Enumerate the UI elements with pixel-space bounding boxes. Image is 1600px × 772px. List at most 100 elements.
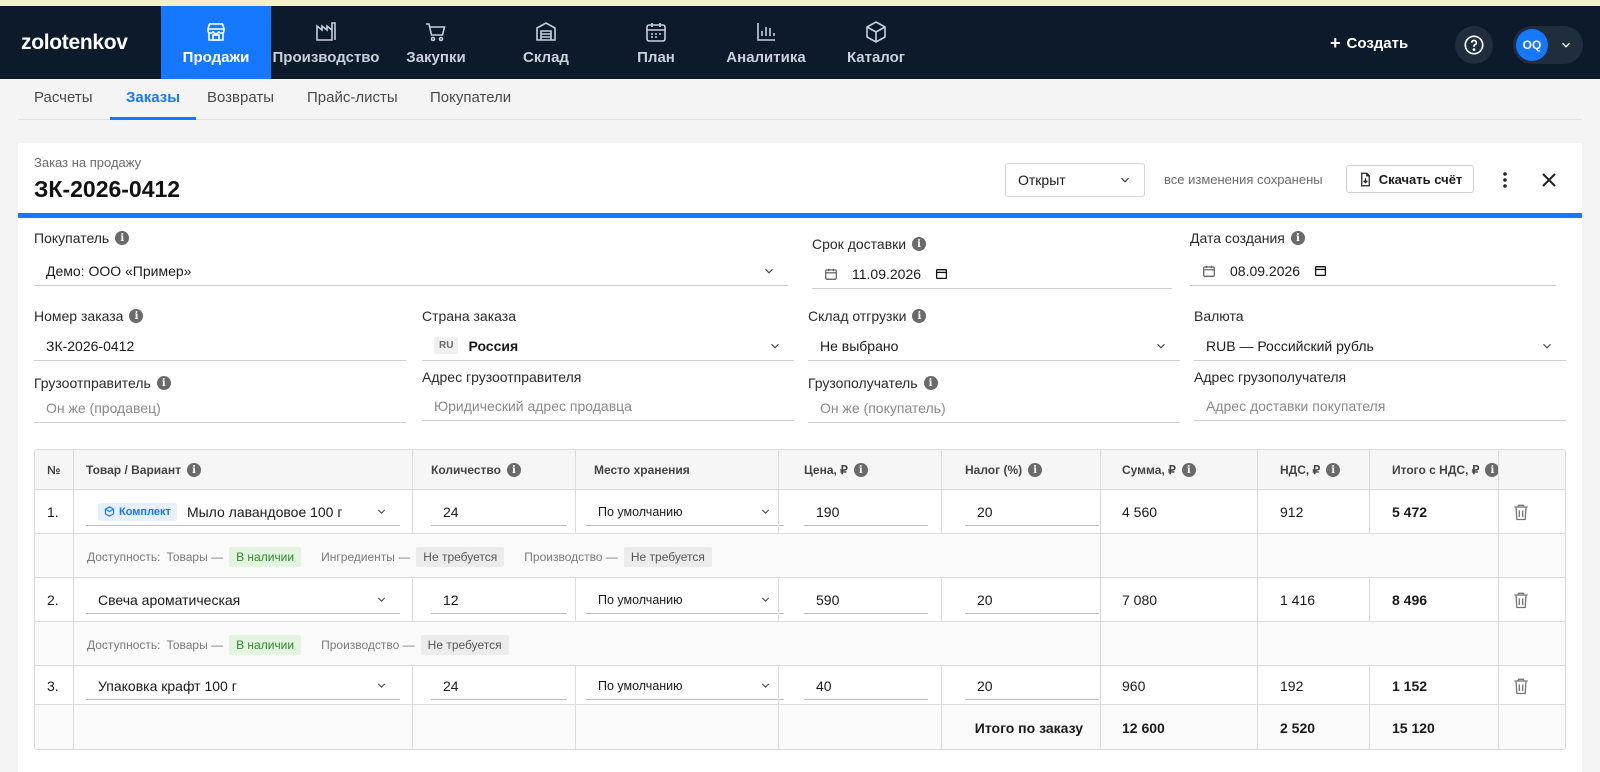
status-select[interactable]: Открыт bbox=[1005, 163, 1145, 197]
nav-item-purchases[interactable]: Закупки bbox=[381, 6, 491, 79]
nav-item-sales[interactable]: Продажи bbox=[161, 6, 271, 79]
tab-price-lists[interactable]: Прайс-листы bbox=[291, 80, 414, 120]
product-name: Мыло лавандовое 100 г bbox=[186, 503, 343, 520]
create-button[interactable]: + Создать bbox=[1330, 33, 1408, 54]
totals-total: 15 120 bbox=[1392, 719, 1435, 736]
quantity-input[interactable]: 12 bbox=[431, 586, 567, 614]
delivery-date-field[interactable]: 11.09.2026 bbox=[812, 259, 1172, 289]
box-icon bbox=[104, 506, 115, 517]
product-select[interactable]: Комплект Мыло лавандовое 100 г bbox=[86, 498, 400, 526]
column-divider bbox=[778, 578, 779, 622]
created-date-label: Дата создания i bbox=[1190, 230, 1305, 246]
shipper-address-placeholder: Юридический адрес продавца bbox=[434, 397, 632, 414]
currency-label: Валюта bbox=[1194, 308, 1244, 324]
quantity-input[interactable]: 24 bbox=[431, 498, 567, 526]
calendar-picker-icon[interactable] bbox=[1314, 264, 1327, 277]
tab-returns[interactable]: Возвраты bbox=[191, 80, 290, 120]
tab-settlements[interactable]: Расчеты bbox=[18, 80, 109, 120]
info-icon[interactable]: i bbox=[156, 376, 171, 390]
info-icon[interactable]: i bbox=[912, 309, 927, 323]
country-select[interactable]: RU Россия bbox=[422, 331, 794, 361]
info-icon[interactable]: i bbox=[115, 231, 130, 245]
consignee-placeholder: Он же (покупатель) bbox=[820, 399, 946, 416]
create-label: Создать bbox=[1346, 35, 1409, 52]
info-icon[interactable]: i bbox=[1181, 463, 1196, 477]
col-label: Количество bbox=[431, 463, 501, 477]
label-text: Грузополучатель bbox=[808, 375, 918, 391]
more-menu-button[interactable] bbox=[1493, 165, 1517, 195]
info-icon[interactable]: i bbox=[129, 309, 144, 323]
buyer-select[interactable]: Демо: ООО «Пример» bbox=[34, 256, 788, 286]
column-divider bbox=[941, 450, 942, 490]
user-menu[interactable]: OQ bbox=[1513, 26, 1583, 64]
tax-input[interactable]: 20 bbox=[965, 498, 1099, 526]
order-number-input[interactable]: ЗК-2026-0412 bbox=[34, 331, 406, 361]
nav-item-warehouse[interactable]: Склад bbox=[491, 6, 601, 79]
plus-icon: + bbox=[1330, 33, 1341, 53]
totals-sum: 12 600 bbox=[1122, 719, 1165, 736]
column-divider bbox=[575, 450, 576, 490]
nav-item-production[interactable]: Производство bbox=[271, 6, 381, 79]
tab-orders[interactable]: Заказы bbox=[110, 80, 197, 120]
product-select[interactable]: Упаковка крафт 100 г bbox=[86, 672, 400, 700]
tax-input[interactable]: 20 bbox=[965, 586, 1099, 614]
nav-label: Склад bbox=[523, 48, 569, 66]
trash-icon[interactable] bbox=[1511, 590, 1531, 610]
trash-icon[interactable] bbox=[1511, 502, 1531, 522]
currency-select[interactable]: RUB — Российский рубль bbox=[1194, 331, 1566, 361]
calendar-picker-icon[interactable] bbox=[935, 267, 948, 280]
close-button[interactable] bbox=[1536, 167, 1562, 193]
currency-value: RUB — Российский рубль bbox=[1206, 337, 1374, 354]
info-icon[interactable]: i bbox=[1290, 231, 1305, 245]
document-kind: Заказ на продажу bbox=[34, 155, 142, 170]
label-text: Номер заказа bbox=[34, 308, 124, 324]
product-select[interactable]: Свеча ароматическая bbox=[86, 586, 400, 614]
help-button[interactable] bbox=[1455, 26, 1493, 64]
storage-select[interactable]: По умолчанию bbox=[586, 498, 784, 526]
created-date-field[interactable]: 08.09.2026 bbox=[1190, 256, 1556, 286]
storage-select[interactable]: По умолчанию bbox=[586, 672, 784, 700]
tab-buyers[interactable]: Покупатели bbox=[414, 80, 527, 120]
avatar: OQ bbox=[1516, 29, 1548, 61]
column-divider bbox=[941, 490, 942, 534]
nav-label: План bbox=[637, 48, 675, 66]
download-invoice-button[interactable]: Скачать счёт bbox=[1346, 165, 1474, 193]
tax-input[interactable]: 20 bbox=[965, 672, 1099, 700]
nav-label: Закупки bbox=[406, 48, 466, 66]
nav-item-analytics[interactable]: Аналитика bbox=[711, 6, 821, 79]
country-value: Россия bbox=[468, 337, 519, 354]
info-icon[interactable]: i bbox=[506, 463, 521, 477]
info-icon[interactable]: i bbox=[853, 463, 868, 477]
trash-icon[interactable] bbox=[1511, 676, 1531, 696]
price-input[interactable]: 40 bbox=[804, 672, 928, 700]
info-icon[interactable]: i bbox=[923, 376, 938, 390]
chevron-down-icon bbox=[1543, 343, 1551, 349]
row-number: 1. bbox=[47, 504, 59, 520]
storage-select[interactable]: По умолчанию bbox=[586, 586, 784, 614]
column-divider bbox=[778, 490, 779, 534]
warehouse-icon bbox=[536, 21, 556, 41]
column-divider bbox=[73, 450, 74, 749]
shipper-address-input[interactable]: Юридический адрес продавца bbox=[422, 391, 794, 421]
nav-item-catalog[interactable]: Каталог bbox=[821, 6, 931, 79]
nav-item-plan[interactable]: План bbox=[601, 6, 711, 79]
col-tax: Налог (%) i bbox=[953, 450, 1043, 490]
warehouse-select[interactable]: Не выбрано bbox=[808, 331, 1180, 361]
info-icon[interactable]: i bbox=[1326, 463, 1341, 477]
info-icon[interactable]: i bbox=[912, 237, 927, 251]
column-divider bbox=[575, 578, 576, 622]
label-text: Валюта bbox=[1194, 308, 1244, 324]
shipper-input[interactable]: Он же (продавец) bbox=[34, 393, 406, 423]
consignee-input[interactable]: Он же (покупатель) bbox=[808, 393, 1180, 423]
consignee-address-input[interactable]: Адрес доставки покупателя bbox=[1194, 391, 1566, 421]
quantity-input[interactable]: 24 bbox=[431, 672, 567, 700]
ingredients-label: Ингредиенты — bbox=[321, 550, 411, 564]
close-icon bbox=[1542, 173, 1556, 187]
product-name: Упаковка крафт 100 г bbox=[98, 677, 237, 694]
help-icon bbox=[1464, 35, 1484, 55]
info-icon[interactable]: i bbox=[186, 463, 201, 477]
column-divider bbox=[412, 666, 413, 749]
price-input[interactable]: 590 bbox=[804, 586, 928, 614]
info-icon[interactable]: i bbox=[1028, 463, 1043, 477]
price-input[interactable]: 190 bbox=[804, 498, 928, 526]
